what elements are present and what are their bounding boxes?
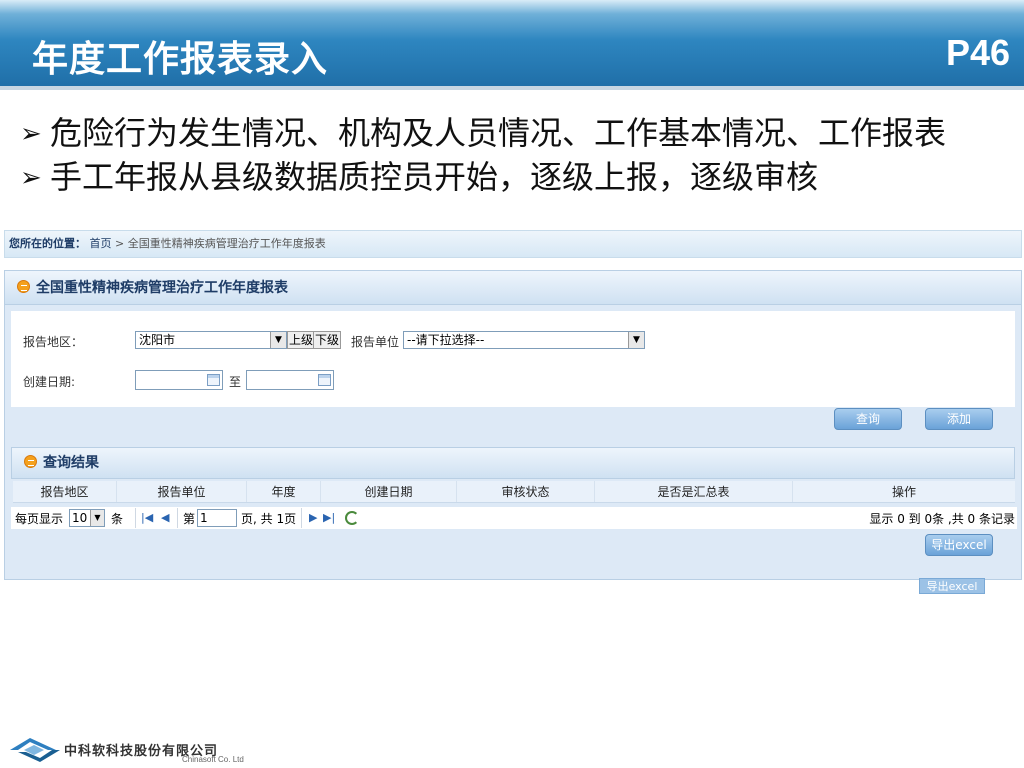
breadcrumb: 您所在的位置： 首页 > 全国重性精神疾病管理治疗工作年度报表 [4, 230, 1022, 258]
pager-info: 显示 0 到 0条 ,共 0 条记录 [869, 512, 1015, 526]
bullet-list: ➢ 危险行为发生情况、机构及人员情况、工作基本情况、工作报表 ➢ 手工年报从县级数据… [20, 112, 1020, 200]
query-button[interactable]: 查询 [834, 408, 902, 430]
unit-select-value: --请下拉选择-- [407, 333, 485, 347]
up-level-button[interactable]: 上级 [287, 331, 316, 349]
page-prefix: 第 [183, 512, 196, 526]
report-panel: 全国重性精神疾病管理治疗工作年度报表 报告地区： 沈阳市 ▼ 上级 下级 报告单… [4, 270, 1022, 580]
page-total: 页, 共 1页 [241, 512, 297, 526]
start-date-input[interactable] [135, 370, 223, 390]
bullet-item: ➢ 手工年报从县级数据质控员开始，逐级上报，逐级审核 [20, 156, 1020, 200]
pagination-bar: 每页显示 10 ▼ 条 |◀ ◀ 第 1 页, 共 1页 ▶ ▶| 显示 0 到… [11, 507, 1017, 529]
divider [135, 508, 136, 528]
refresh-icon[interactable] [345, 511, 359, 525]
unit-label: 报告单位 [351, 335, 400, 349]
breadcrumb-separator: > [115, 237, 125, 250]
column-header[interactable]: 审核状态 [457, 481, 595, 502]
chevron-down-icon[interactable]: ▼ [270, 332, 286, 348]
column-header[interactable]: 创建日期 [321, 481, 457, 502]
breadcrumb-home-link[interactable]: 首页 [90, 237, 112, 250]
calendar-icon[interactable] [207, 374, 220, 386]
company-name-en: Chinasoft Co. Ltd [182, 755, 244, 764]
results-header: 查询结果 [11, 447, 1015, 479]
chevron-down-icon[interactable]: ▼ [628, 332, 644, 348]
arrow-bullet-icon: ➢ [20, 163, 42, 193]
breadcrumb-label: 您所在的位置： [9, 237, 86, 250]
panel-title: 全国重性精神疾病管理治疗工作年度报表 [36, 280, 288, 296]
slide-page-number: P46 [945, 32, 1010, 73]
bullet-text: 危险行为发生情况、机构及人员情况、工作基本情况、工作报表 [50, 114, 947, 152]
region-select[interactable]: 沈阳市 ▼ [135, 331, 287, 349]
export-excel-button[interactable]: 导出excel [925, 534, 993, 556]
chevron-down-icon[interactable]: ▼ [90, 510, 104, 526]
next-page-icon[interactable]: ▶ [309, 511, 317, 524]
slide-header: 年度工作报表录入 P46 [0, 0, 1024, 90]
column-header[interactable]: 报告地区 [13, 481, 117, 502]
company-logo-icon [10, 738, 60, 762]
last-page-icon[interactable]: ▶| [323, 511, 335, 524]
column-header[interactable]: 操作 [793, 481, 1015, 502]
export-excel-button-shadow: 导出excel [919, 578, 985, 594]
per-page-select[interactable]: 10 ▼ [69, 509, 105, 527]
region-select-value: 沈阳市 [139, 333, 176, 347]
bullet-item: ➢ 危险行为发生情况、机构及人员情况、工作基本情况、工作报表 [20, 112, 1020, 156]
divider [301, 508, 302, 528]
results-table-header: 报告地区 报告单位 年度 创建日期 审核状态 是否是汇总表 操作 [13, 481, 1015, 503]
list-icon [17, 280, 30, 293]
bullet-text: 手工年报从县级数据质控员开始，逐级上报，逐级审核 [50, 158, 819, 196]
results-title: 查询结果 [43, 455, 99, 471]
breadcrumb-current: 全国重性精神疾病管理治疗工作年度报表 [127, 237, 326, 250]
arrow-bullet-icon: ➢ [20, 119, 42, 149]
unit-select[interactable]: --请下拉选择-- ▼ [403, 331, 645, 349]
date-range-separator: 至 [229, 375, 242, 389]
divider [177, 508, 178, 528]
region-label: 报告地区： [23, 335, 84, 349]
per-page-label: 每页显示 [15, 512, 64, 526]
per-page-unit: 条 [111, 512, 124, 526]
slide-title: 年度工作报表录入 [32, 39, 329, 80]
column-header[interactable]: 报告单位 [117, 481, 247, 502]
end-date-input[interactable] [246, 370, 334, 390]
per-page-value: 10 [72, 511, 88, 525]
date-label: 创建日期: [23, 375, 76, 389]
first-page-icon[interactable]: |◀ [141, 511, 153, 524]
column-header[interactable]: 年度 [247, 481, 321, 502]
column-header[interactable]: 是否是汇总表 [595, 481, 793, 502]
page-number-input[interactable]: 1 [197, 509, 237, 527]
down-level-button[interactable]: 下级 [313, 331, 342, 349]
panel-header: 全国重性精神疾病管理治疗工作年度报表 [5, 271, 1021, 305]
prev-page-icon[interactable]: ◀ [161, 511, 169, 524]
add-button[interactable]: 添加 [925, 408, 993, 430]
list-icon [24, 455, 37, 468]
calendar-icon[interactable] [318, 374, 331, 386]
search-form: 报告地区： 沈阳市 ▼ 上级 下级 报告单位 --请下拉选择-- ▼ 创建日期:… [11, 311, 1015, 407]
